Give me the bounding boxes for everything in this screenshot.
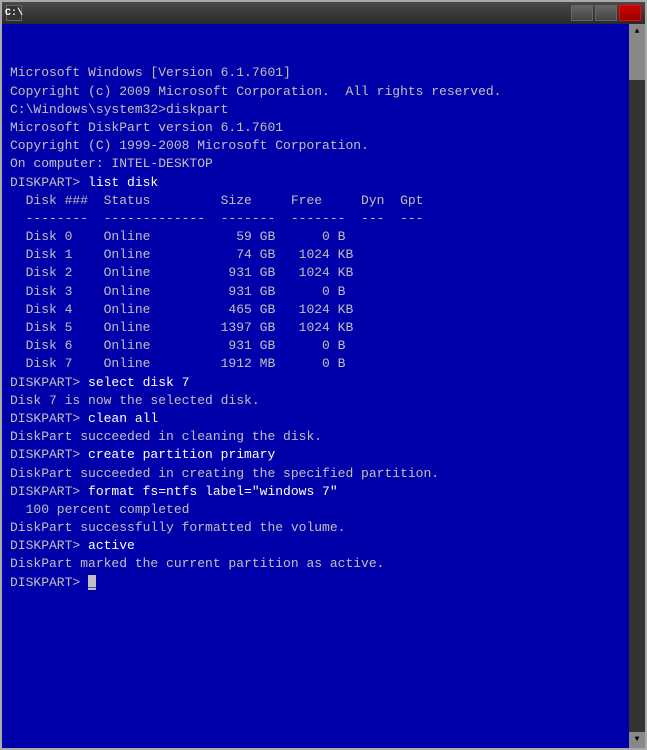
console-line: Microsoft DiskPart version 6.1.7601 (10, 119, 619, 137)
cmd-icon: C:\ (6, 5, 22, 21)
scroll-up-arrow[interactable]: ▲ (629, 24, 645, 40)
console-line: Disk 2 Online 931 GB 1024 KB (10, 264, 619, 282)
console-line: DISKPART> select disk 7 (10, 374, 619, 392)
console-line: Disk 7 Online 1912 MB 0 B (10, 355, 619, 373)
window-controls (571, 5, 641, 21)
maximize-button[interactable] (595, 5, 617, 21)
console-line: DISKPART> active (10, 537, 619, 555)
console-line: On computer: INTEL-DESKTOP (10, 155, 619, 173)
scroll-down-arrow[interactable]: ▼ (629, 732, 645, 748)
console-line: Disk ### Status Size Free Dyn Gpt (10, 192, 619, 210)
console-line: DISKPART> format fs=ntfs label="windows … (10, 483, 619, 501)
console-line: 100 percent completed (10, 501, 619, 519)
console-line: Disk 4 Online 465 GB 1024 KB (10, 301, 619, 319)
console-line: Copyright (C) 1999-2008 Microsoft Corpor… (10, 137, 619, 155)
close-button[interactable] (619, 5, 641, 21)
console-line: Disk 3 Online 931 GB 0 B (10, 283, 619, 301)
console-line: Disk 0 Online 59 GB 0 B (10, 228, 619, 246)
scroll-thumb[interactable] (629, 40, 645, 80)
titlebar: C:\ (2, 2, 645, 24)
console-line: DiskPart successfully formatted the volu… (10, 519, 619, 537)
console-line: DiskPart marked the current partition as… (10, 555, 619, 573)
console-line: DISKPART> create partition primary (10, 446, 619, 464)
console-line: DISKPART> _ (10, 574, 619, 592)
window: C:\ Microsoft Windows [Version 6.1.7601]… (0, 0, 647, 750)
console-content: Microsoft Windows [Version 6.1.7601]Copy… (10, 64, 637, 591)
console-line: -------- ------------- ------- ------- -… (10, 210, 619, 228)
console-line: Disk 1 Online 74 GB 1024 KB (10, 246, 619, 264)
console-line: DiskPart succeeded in creating the speci… (10, 465, 619, 483)
console-line: Disk 5 Online 1397 GB 1024 KB (10, 319, 619, 337)
scrollbar[interactable]: ▲ ▼ (629, 24, 645, 748)
console-line: DISKPART> list disk (10, 174, 619, 192)
console-area[interactable]: Microsoft Windows [Version 6.1.7601]Copy… (2, 24, 645, 748)
console-line: Copyright (c) 2009 Microsoft Corporation… (10, 83, 619, 101)
console-line: C:\Windows\system32>diskpart (10, 101, 619, 119)
scroll-track[interactable] (629, 40, 645, 732)
console-line: Microsoft Windows [Version 6.1.7601] (10, 64, 619, 82)
titlebar-left: C:\ (6, 5, 26, 21)
console-line: Disk 6 Online 931 GB 0 B (10, 337, 619, 355)
console-line: DISKPART> clean all (10, 410, 619, 428)
minimize-button[interactable] (571, 5, 593, 21)
console-line: Disk 7 is now the selected disk. (10, 392, 619, 410)
console-line: DiskPart succeeded in cleaning the disk. (10, 428, 619, 446)
